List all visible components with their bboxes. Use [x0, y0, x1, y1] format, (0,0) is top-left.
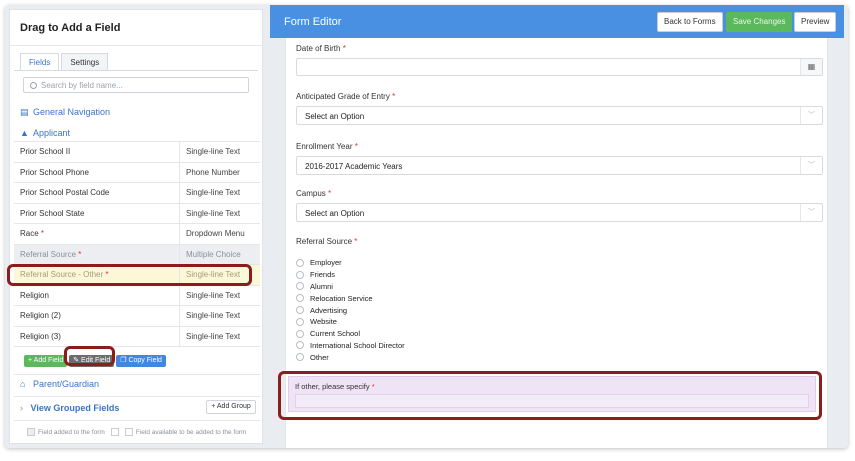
annotation-selected-row: [7, 264, 252, 286]
table-row[interactable]: Prior School State Single-line Text: [14, 203, 260, 224]
field-name: Referral Source *: [14, 244, 180, 264]
field-name: Religion (2): [14, 306, 180, 326]
chevron-right-icon: ›: [20, 403, 23, 413]
field-name: Prior School Postal Code: [14, 183, 180, 203]
view-grouped-fields[interactable]: › View Grouped Fields: [20, 403, 119, 413]
copy-icon: ❐: [120, 357, 127, 364]
radio-option[interactable]: Current School: [296, 328, 405, 340]
panel-title: Drag to Add a Field: [10, 10, 262, 46]
tab-fields[interactable]: Fields: [20, 53, 60, 71]
section-parent-guardian[interactable]: ⌂ Parent/Guardian: [20, 379, 99, 389]
campus-label: Campus *: [296, 189, 332, 198]
radio-option[interactable]: Website: [296, 316, 405, 328]
table-row[interactable]: Prior School Phone Phone Number: [14, 162, 260, 183]
field-library-panel: Drag to Add a Field Fields Settings Sear…: [9, 9, 263, 444]
grade-select[interactable]: Select an Option ﹀: [296, 106, 823, 125]
chevron-down-icon: ﹀: [800, 107, 822, 124]
dob-label: Date of Birth *: [296, 44, 346, 53]
document-icon: ▤: [20, 107, 29, 117]
referral-label: Referral Source *: [296, 237, 358, 246]
radio-option[interactable]: Advertising: [296, 304, 405, 316]
add-group-button[interactable]: + Add Group: [206, 400, 256, 414]
calendar-icon[interactable]: ▦: [800, 59, 822, 75]
radio-option[interactable]: International School Director: [296, 340, 405, 352]
table-row[interactable]: Religion (2) Single-line Text: [14, 306, 260, 327]
field-name: Prior School Phone: [14, 162, 180, 182]
annotation-edit-button: [64, 346, 115, 366]
search-input[interactable]: Search by field name...: [23, 77, 249, 93]
editor-header: Form Editor Back to Forms Save Changes P…: [270, 5, 844, 38]
section-applicant[interactable]: ▲ Applicant: [20, 128, 70, 138]
back-to-forms-button[interactable]: Back to Forms: [657, 12, 723, 32]
radio-option[interactable]: Other: [296, 351, 405, 363]
chevron-down-icon: ﹀: [800, 157, 822, 174]
radio-option[interactable]: Alumni: [296, 281, 405, 293]
field-type: Single-line Text: [186, 208, 241, 218]
table-row[interactable]: Religion Single-line Text: [14, 285, 260, 306]
radio-option[interactable]: Employer: [296, 257, 405, 269]
section-label: Parent/Guardian: [33, 379, 100, 389]
divider: [14, 420, 260, 421]
section-general-navigation[interactable]: ▤ General Navigation: [20, 107, 110, 118]
chevron-down-icon: ﹀: [800, 204, 822, 221]
panel-tabs: Fields Settings: [20, 53, 110, 71]
field-name: Race *: [14, 224, 180, 244]
table-row[interactable]: Religion (3) Single-line Text: [14, 326, 260, 347]
required-marker: *: [40, 229, 45, 239]
legend-available-swatch: [124, 428, 133, 436]
referral-radio-group: Employer Friends Alumni Relocation Servi…: [296, 257, 405, 363]
field-type: Multiple Choice: [186, 249, 241, 259]
home-icon: ⌂: [20, 379, 26, 389]
preview-button[interactable]: Preview: [794, 12, 837, 32]
table-row[interactable]: Prior School Postal Code Single-line Text: [14, 183, 260, 204]
field-type: Single-line Text: [186, 188, 241, 198]
table-row-added[interactable]: Referral Source * Multiple Choice: [14, 244, 260, 265]
campus-select[interactable]: Select an Option ﹀: [296, 203, 823, 222]
radio-option[interactable]: Friends: [296, 269, 405, 281]
field-name: Prior School II: [14, 142, 180, 162]
legend: Field added to the form Field available …: [24, 428, 246, 436]
dob-input[interactable]: ▦: [296, 58, 823, 76]
table-row[interactable]: Prior School II Single-line Text: [14, 142, 260, 163]
divider: [14, 374, 260, 375]
tab-settings[interactable]: Settings: [61, 53, 109, 71]
year-select[interactable]: 2016-2017 Academic Years ﹀: [296, 156, 823, 175]
field-name: Prior School State: [14, 203, 180, 223]
table-row[interactable]: Race * Dropdown Menu: [14, 224, 260, 245]
field-type: Single-line Text: [186, 147, 241, 157]
field-type: Dropdown Menu: [186, 229, 245, 239]
section-label: General Navigation: [33, 107, 111, 117]
legend-available-swatch: [110, 428, 119, 436]
search-icon: [30, 82, 37, 89]
field-list: Prior School II Single-line Text Prior Sc…: [14, 141, 260, 351]
required-marker: *: [78, 249, 82, 259]
legend-added-swatch: [27, 428, 35, 436]
save-changes-button[interactable]: Save Changes: [726, 12, 793, 32]
section-label: Applicant: [33, 128, 71, 138]
editor-title: Form Editor: [284, 16, 342, 28]
grade-label: Anticipated Grade of Entry *: [296, 92, 396, 101]
search-placeholder: Search by field name...: [41, 81, 123, 90]
year-label: Enrollment Year *: [296, 142, 358, 151]
field-name: Religion: [14, 285, 180, 305]
copy-field-button[interactable]: ❐ Copy Field: [116, 355, 166, 367]
divider: [14, 396, 260, 397]
field-name: Religion (3): [14, 326, 180, 346]
radio-option[interactable]: Relocation Service: [296, 292, 405, 304]
graduation-cap-icon: ▲: [20, 128, 29, 138]
field-type: Single-line Text: [186, 331, 241, 341]
add-field-button[interactable]: + Add Field: [24, 355, 68, 367]
field-type: Single-line Text: [186, 290, 241, 300]
field-type: Single-line Text: [186, 311, 241, 321]
annotation-specify-field: [278, 371, 822, 420]
field-type: Phone Number: [186, 167, 240, 177]
